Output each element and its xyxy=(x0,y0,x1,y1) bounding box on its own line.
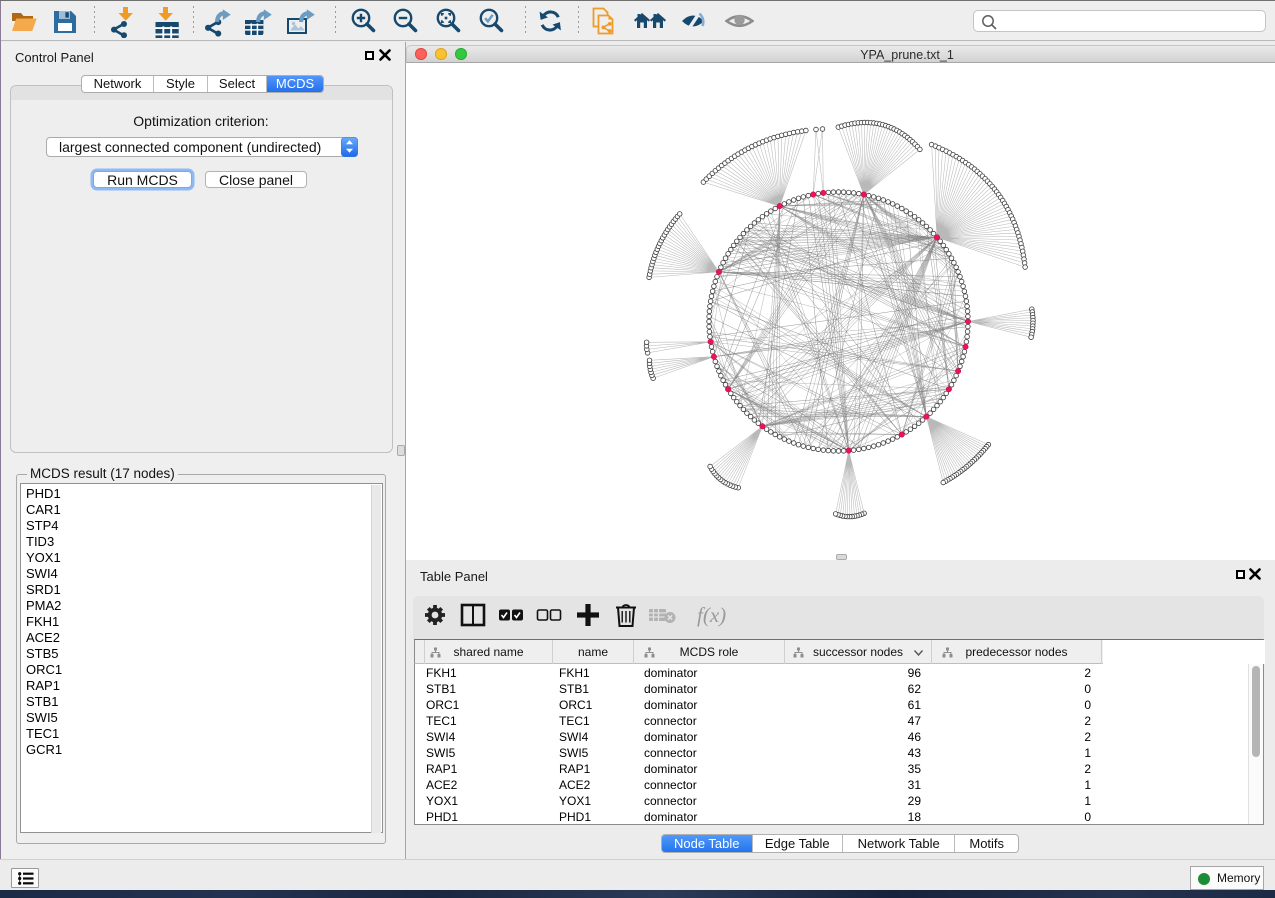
svg-text:f(x): f(x) xyxy=(697,603,726,627)
